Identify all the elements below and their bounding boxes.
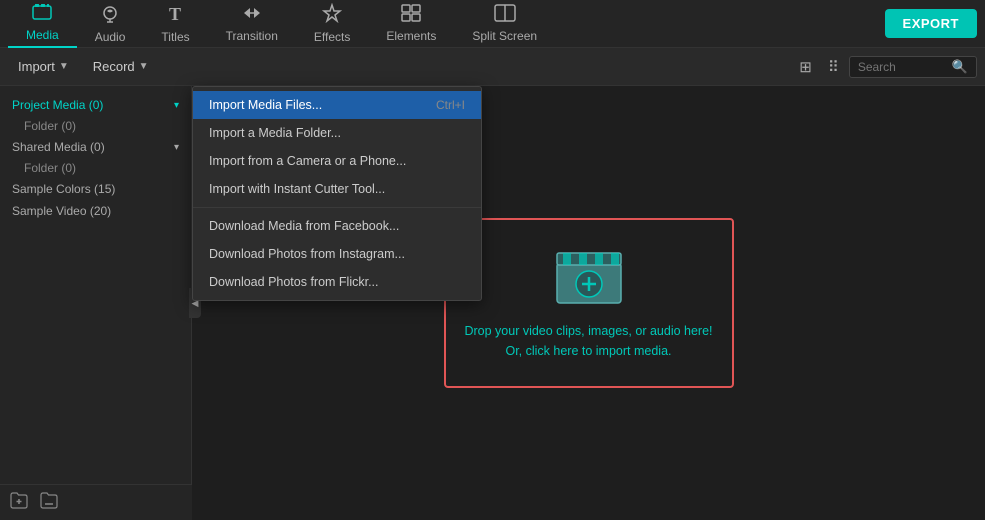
titles-icon: T: [167, 3, 185, 28]
sidebar-project-media-label: Project Media (0): [12, 98, 103, 112]
flickr-label: Download Photos from Flickr...: [209, 275, 379, 289]
sidebar-bottom-bar: [0, 484, 192, 520]
dropdown-item-facebook[interactable]: Download Media from Facebook...: [193, 212, 481, 240]
nav-label-transition: Transition: [226, 29, 278, 43]
elements-icon: [401, 4, 421, 27]
search-input[interactable]: [858, 60, 948, 74]
main-layout: Project Media (0) ▾ Folder (0) Shared Me…: [0, 86, 985, 520]
dropdown-item-instagram[interactable]: Download Photos from Instagram...: [193, 240, 481, 268]
import-chevron-icon: ▼: [59, 61, 69, 72]
record-chevron-icon: ▼: [139, 61, 149, 72]
import-cutter-label: Import with Instant Cutter Tool...: [209, 182, 385, 196]
sample-video-label: Sample Video (20): [12, 204, 111, 218]
sidebar: Project Media (0) ▾ Folder (0) Shared Me…: [0, 86, 192, 520]
sample-colors-label: Sample Colors (15): [12, 182, 115, 196]
nav-item-audio[interactable]: Audio: [77, 0, 144, 48]
export-button[interactable]: EXPORT: [885, 9, 977, 38]
import-camera-label: Import from a Camera or a Phone...: [209, 154, 406, 168]
import-label: Import: [18, 59, 55, 74]
nav-label-effects: Effects: [314, 30, 350, 44]
nav-item-titles[interactable]: T Titles: [143, 0, 207, 48]
import-button[interactable]: Import ▼: [8, 55, 79, 78]
nav-item-media[interactable]: Media: [8, 0, 77, 48]
add-media-icon[interactable]: [40, 491, 58, 514]
nav-item-transition[interactable]: Transition: [208, 0, 296, 48]
expand-icon: ▾: [174, 100, 179, 111]
search-icon: 🔍: [952, 59, 968, 75]
nav-label-titles: Titles: [161, 30, 189, 44]
drop-zone[interactable]: Drop your video clips, images, or audio …: [444, 218, 734, 388]
nav-label-audio: Audio: [95, 30, 126, 44]
dropdown-item-import-folder[interactable]: Import a Media Folder...: [193, 119, 481, 147]
grid-icon[interactable]: ⠿: [822, 54, 845, 80]
second-bar: Import ▼ Record ▼ ⊞ ⠿ 🔍: [0, 48, 985, 86]
sidebar-item-folder-2[interactable]: Folder (0): [0, 158, 191, 178]
import-files-label: Import Media Files...: [209, 98, 322, 112]
add-folder-icon[interactable]: [10, 491, 28, 514]
nav-item-effects[interactable]: Effects: [296, 0, 368, 48]
nav-item-elements[interactable]: Elements: [368, 0, 454, 48]
shared-media-label: Shared Media (0): [12, 140, 105, 154]
media-icon: [32, 3, 52, 26]
drop-zone-text: Drop your video clips, images, or audio …: [464, 321, 712, 361]
effects-icon: [322, 3, 342, 28]
drop-zone-line2: Or, click here to import media.: [464, 341, 712, 361]
clapperboard-icon: [553, 245, 625, 309]
folder-1-label: Folder (0): [24, 119, 76, 133]
top-nav: Media Audio T Titles Transi: [0, 0, 985, 48]
filter-icon[interactable]: ⊞: [793, 54, 818, 80]
import-dropdown: Import Media Files... Ctrl+I Import a Me…: [192, 86, 482, 301]
dropdown-item-import-camera[interactable]: Import from a Camera or a Phone...: [193, 147, 481, 175]
dropdown-item-import-files[interactable]: Import Media Files... Ctrl+I: [193, 91, 481, 119]
dropdown-divider: [193, 207, 481, 208]
instagram-label: Download Photos from Instagram...: [209, 247, 405, 261]
sidebar-item-shared-media[interactable]: Shared Media (0) ▾: [0, 136, 191, 158]
dropdown-item-import-cutter[interactable]: Import with Instant Cutter Tool...: [193, 175, 481, 203]
nav-label-elements: Elements: [386, 29, 436, 43]
expand-icon-2: ▾: [174, 142, 179, 153]
transition-icon: [241, 4, 263, 27]
import-folder-label: Import a Media Folder...: [209, 126, 341, 140]
record-button[interactable]: Record ▼: [83, 55, 159, 78]
nav-item-splitscreen[interactable]: Split Screen: [454, 0, 555, 48]
nav-label-splitscreen: Split Screen: [472, 29, 537, 43]
drop-zone-line1: Drop your video clips, images, or audio …: [464, 321, 712, 341]
import-files-shortcut: Ctrl+I: [436, 98, 465, 112]
facebook-label: Download Media from Facebook...: [209, 219, 399, 233]
search-box: 🔍: [849, 56, 977, 78]
sidebar-item-folder-1[interactable]: Folder (0): [0, 116, 191, 136]
record-label: Record: [93, 59, 135, 74]
folder-2-label: Folder (0): [24, 161, 76, 175]
svg-text:T: T: [169, 4, 181, 23]
sidebar-item-sample-video[interactable]: Sample Video (20): [0, 200, 191, 222]
sidebar-item-project-media[interactable]: Project Media (0) ▾: [0, 94, 191, 116]
nav-label-media: Media: [26, 28, 59, 42]
sidebar-item-sample-colors[interactable]: Sample Colors (15): [0, 178, 191, 200]
dropdown-item-flickr[interactable]: Download Photos from Flickr...: [193, 268, 481, 296]
audio-icon: [101, 3, 119, 28]
splitscreen-icon: [494, 4, 516, 27]
content-area[interactable]: Import Media Files... Ctrl+I Import a Me…: [192, 86, 985, 520]
